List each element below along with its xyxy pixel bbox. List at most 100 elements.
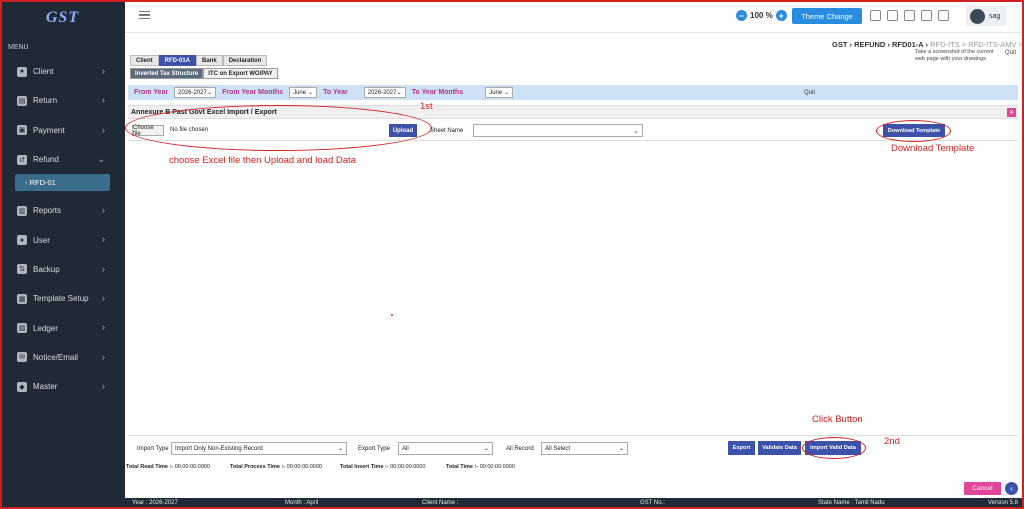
to-year-select[interactable]: 2026-2027 ⌄ — [363, 87, 406, 98]
status-version: Version 5.8 — [988, 500, 1019, 506]
top-bar: − 100 % + Theme Change sag — [125, 0, 1024, 33]
calendar-icon[interactable] — [938, 10, 949, 21]
screenshot-tooltip: Take a screenshot of the current web pag… — [915, 49, 994, 62]
master-icon: ◆ — [17, 381, 27, 392]
breadcrumb-item[interactable]: RFD01-A — [892, 40, 923, 49]
sidebar-item-ledger[interactable]: ▧ Ledger › — [0, 313, 125, 342]
chat-icon[interactable] — [921, 10, 932, 21]
tab-client[interactable]: Client — [130, 55, 159, 66]
sidebar-item-refund[interactable]: ↺ Refund ⌄ — [0, 145, 125, 174]
status-client: Client Name : — [422, 500, 459, 506]
data-grid — [128, 140, 1018, 436]
tab-rfd01a[interactable]: RFD-01A — [158, 55, 197, 66]
chevron-right-icon: › — [102, 66, 105, 76]
tab-itc-on-export[interactable]: ITC on Export WO/PAY — [203, 68, 278, 79]
tab-bar: Client RFD-01A Bank Declaration — [130, 55, 268, 66]
breadcrumb-item[interactable]: REFUND — [854, 40, 885, 49]
total-time-label: Total Time :- — [446, 464, 479, 470]
import-type-label: Import Type — [137, 446, 169, 452]
back-arrow-icon[interactable]: ‹ — [1005, 482, 1018, 495]
close-icon[interactable]: × — [1007, 108, 1016, 117]
sidebar-item-backup[interactable]: ⇅ Backup › — [0, 255, 125, 284]
return-icon: ▤ — [17, 95, 27, 106]
timing-row: Total Read Time :- 00:00:00:0000 Total P… — [126, 464, 1016, 474]
zoom-out-button[interactable]: − — [736, 10, 747, 21]
insert-time-value: 00:00:00:0000 — [390, 464, 426, 470]
annotation-oval-import — [802, 437, 866, 459]
validate-data-button[interactable]: Validate Data — [758, 441, 801, 455]
tab-bank[interactable]: Bank — [196, 55, 223, 66]
menu-title: MENU — [8, 44, 29, 51]
quit-button[interactable]: Quit — [804, 90, 815, 96]
to-year-label: To Year — [323, 89, 348, 96]
toolbar-icons — [870, 10, 955, 21]
sidebar: GST MENU ● Client › ▤ Return › ▣ Payment › ↺ Re… — [0, 0, 125, 498]
from-month-select[interactable]: June ⌄ — [289, 87, 318, 98]
to-month-select[interactable]: June ⌄ — [485, 87, 514, 98]
chevron-right-icon: › — [102, 322, 105, 333]
chevron-down-icon: ⌄ — [97, 153, 105, 164]
all-record-label: All Record — [506, 446, 534, 452]
from-months-label: From Year Months — [222, 89, 284, 96]
sidebar-item-return[interactable]: ▤ Return › — [0, 86, 125, 115]
chevron-right-icon: › — [102, 380, 105, 391]
all-record-select[interactable]: All Select ⌄ — [541, 442, 628, 455]
annotation-second: 2nd — [884, 436, 900, 447]
from-year-select[interactable]: 2026-2027 ⌄ — [174, 87, 217, 98]
notice-icon: ✉ — [17, 352, 27, 363]
app-logo: GST — [45, 9, 80, 26]
copy-icon[interactable] — [904, 10, 915, 21]
sidebar-item-user[interactable]: ● User › — [0, 225, 125, 254]
annotation-oval-upload — [125, 105, 432, 151]
user-name: sag — [989, 12, 1001, 20]
sidebar-item-client[interactable]: ● Client › — [0, 57, 125, 86]
zoom-in-button[interactable]: + — [775, 10, 787, 21]
theme-change-label: Theme Change — [801, 11, 853, 21]
export-button[interactable]: Export — [728, 441, 755, 455]
breadcrumb: GST › REFUND › RFD01-A › RFD-ITS > RFD-I… — [832, 40, 1024, 49]
sidebar-item-template-setup[interactable]: ▦ Template Setup › — [0, 284, 125, 313]
zoom-control: − 100 % + — [733, 10, 790, 21]
payment-icon: ▣ — [17, 125, 27, 136]
export-type-select[interactable]: All ⌄ — [398, 442, 493, 455]
import-type-select[interactable]: Import Only Non-Existing Record ⌄ — [171, 442, 347, 455]
chevron-down-icon: ⌄ — [308, 90, 314, 96]
chevron-down-icon: ⌄ — [483, 446, 489, 452]
template-icon: ▦ — [17, 293, 27, 304]
chevron-right-icon: › — [102, 234, 105, 245]
hamburger-menu-icon[interactable] — [139, 11, 150, 19]
sheet-name-select[interactable]: ⌄ — [473, 124, 643, 137]
sidebar-subitem-rfd01[interactable]: - RFD-01 — [15, 174, 110, 192]
insert-time-label: Total Insert Time :- — [340, 464, 389, 470]
status-bar: Year : 2026-2027 Month : April Client Na… — [0, 498, 1024, 509]
avatar — [970, 8, 985, 24]
chevron-right-icon: › — [102, 351, 105, 362]
sidebar-item-payment[interactable]: ▣ Payment › — [0, 116, 125, 145]
document-icon[interactable] — [887, 10, 898, 21]
process-time-value: 00:00:00:0000 — [286, 464, 322, 470]
chevron-down-icon: ⌄ — [396, 90, 402, 96]
read-time-label: Total Read Time :- — [126, 464, 174, 470]
backup-icon: ⇅ — [17, 264, 27, 275]
zoom-level: 100 % — [750, 11, 773, 20]
tooltip-quit[interactable]: Quit — [1005, 50, 1016, 56]
theme-change-button[interactable]: Theme Change — [792, 8, 862, 24]
sub-tab-bar: Inverted Tax Structure ITC on Export WO/… — [130, 68, 278, 79]
breadcrumb-rest: RFD-ITS > RFD-ITS-AMV > — [930, 40, 1024, 49]
tab-declaration[interactable]: Declaration — [222, 55, 268, 66]
sidebar-item-notice-email[interactable]: ✉ Notice/Email › — [0, 343, 125, 372]
grid-icon[interactable] — [870, 10, 881, 21]
to-months-label: To Year Months — [411, 89, 464, 96]
status-gst: GST No.: — [640, 500, 665, 506]
status-state: State Name : Tamil Nadu — [818, 500, 885, 506]
tab-inverted-tax-structure[interactable]: Inverted Tax Structure — [130, 68, 204, 79]
reports-icon: ▥ — [17, 205, 27, 216]
chevron-right-icon: › — [102, 205, 105, 216]
breadcrumb-item[interactable]: GST — [832, 40, 847, 49]
user-menu[interactable]: sag — [966, 6, 1006, 26]
sidebar-item-master[interactable]: ◆ Master › — [0, 372, 125, 401]
cancel-button[interactable]: Cancel — [964, 482, 1001, 495]
annotation-first: 1st — [420, 101, 433, 112]
sidebar-item-reports[interactable]: ▥ Reports › — [0, 196, 125, 225]
ledger-icon: ▧ — [17, 323, 27, 334]
